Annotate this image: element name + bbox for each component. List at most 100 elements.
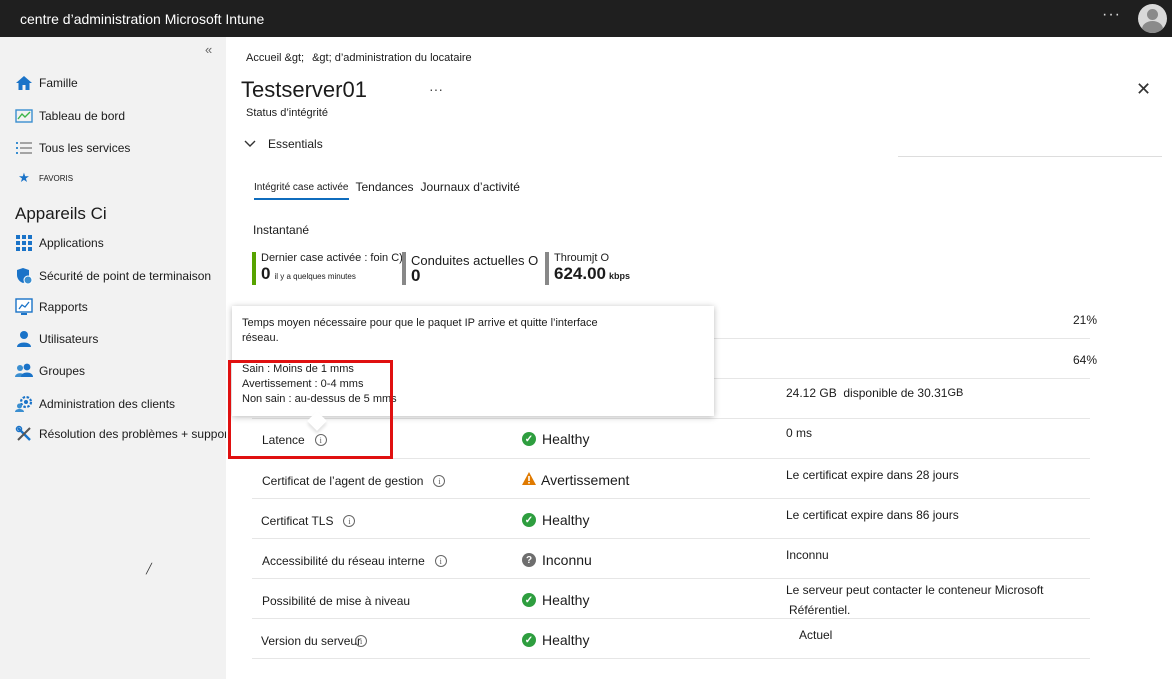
table-row: Version du serveur i ✓ Healthy Actuel	[252, 619, 1090, 659]
breadcrumb-item[interactable]: Accueil &gt;	[246, 52, 304, 64]
essentials-toggle[interactable]: Essentials	[244, 137, 323, 151]
tab-integrite[interactable]: Intégrité case activée	[254, 180, 349, 200]
status: ✓ Healthy	[522, 632, 589, 648]
wrench-icon	[15, 425, 33, 443]
metric-connections: Conduites actuelles O 0	[402, 252, 538, 285]
info-icon[interactable]: i	[343, 515, 356, 527]
status-label: Avertissement	[541, 472, 630, 488]
group-icon	[15, 362, 33, 380]
metric-value: 0	[261, 264, 271, 283]
info-icon[interactable]: i	[355, 635, 368, 647]
tooltip-level: Sain : Moins de 1 mms	[242, 363, 354, 375]
sidebar-item-label: Administration des clients	[39, 397, 176, 411]
row-value: 64%	[1073, 353, 1098, 367]
sidebar-item-label: Groupes	[39, 364, 86, 378]
table-row: Certificat TLS i ✓ Healthy Le certificat…	[252, 499, 1090, 539]
status-label: Healthy	[542, 632, 590, 648]
page-subtitle: Status d’intégrité	[246, 107, 328, 119]
row-name: Possibilité de mise à niveau	[262, 594, 410, 608]
sidebar-item-favoris[interactable]: ★ FAVORIS	[15, 169, 73, 187]
metric-value: 624.00	[554, 264, 606, 283]
apps-grid-icon	[15, 234, 33, 252]
disk-available: disponible de 30.31	[843, 386, 948, 400]
breadcrumb-item[interactable]: &gt; d’administration du locataire	[312, 52, 472, 64]
sidebar-item-label: Tableau de bord	[39, 109, 126, 123]
shield-icon	[15, 267, 33, 285]
row-detail: 0 ms	[786, 426, 813, 440]
sidebar-item-label: Rapports	[39, 300, 88, 314]
reports-icon	[15, 298, 33, 316]
sidebar: « Famille Tableau de bord Tous les servi…	[0, 37, 231, 679]
avatar[interactable]	[1138, 4, 1167, 33]
breadcrumb: Accueil &gt; &gt; d’administration du loc…	[246, 52, 480, 64]
question-icon: ?	[522, 553, 536, 567]
tooltip-levels: Sain : Moins de 1 mms Avertissement : 0-…	[242, 362, 704, 407]
list-icon	[15, 139, 33, 157]
sidebar-item-tous-les-services[interactable]: Tous les services	[15, 139, 130, 157]
cursor-mark: ╱	[146, 564, 153, 575]
chevron-down-icon	[244, 137, 256, 151]
dashboard-icon	[15, 107, 33, 125]
page-title: Testserver01	[241, 77, 367, 102]
more-options-button[interactable]: ···	[1102, 6, 1121, 24]
row-name: Accessibilité du réseau interne i	[262, 554, 447, 568]
row-value: 21%	[1073, 313, 1098, 327]
row-detail-line: Le serveur peut contacter le conteneur M…	[786, 583, 1044, 597]
sidebar-section-title: Appareils Ci	[15, 204, 107, 223]
sidebar-item-applications[interactable]: Applications	[15, 234, 104, 252]
warning-icon	[522, 472, 536, 488]
sidebar-item-label: Utilisateurs	[39, 332, 99, 346]
info-icon[interactable]: i	[434, 555, 447, 567]
sidebar-item-famille[interactable]: Famille	[15, 74, 78, 92]
row-detail: Le certificat expire dans 28 jours	[786, 468, 959, 482]
row-name-label: Accessibilité du réseau interne	[262, 554, 425, 568]
sidebar-item-resolution[interactable]: Résolution des problèmes + support	[15, 425, 231, 443]
status: ✓ Healthy	[522, 592, 589, 608]
row-name: Certificat de l’agent de gestion i	[262, 474, 446, 488]
top-bar: centre d’administration Microsoft Intune…	[0, 0, 1172, 37]
info-icon[interactable]: i	[314, 434, 327, 446]
metric-sub: il y a quelques minutes	[274, 272, 356, 281]
row-name-label: Possibilité de mise à niveau	[262, 594, 411, 608]
row-name-label: Certificat de l’agent de gestion	[262, 474, 424, 488]
sidebar-item-label: Résolution des problèmes + support	[39, 427, 232, 441]
close-button[interactable]: ✕	[1136, 79, 1151, 100]
row-detail: 24.12 GB disponible de 30.31GB	[786, 383, 963, 403]
sidebar-item-administration-clients[interactable]: Administration des clients	[15, 395, 175, 413]
status: Avertissement	[522, 472, 629, 488]
tab-bar: Intégrité case activée Tendances Journau…	[254, 180, 527, 200]
metric-throughput: Throumjt O 624.00 kbps	[545, 252, 630, 285]
sidebar-item-securite[interactable]: Sécurité de point de terminaison	[15, 267, 211, 285]
table-row: Possibilité de mise à niveau ✓ Healthy L…	[252, 579, 1090, 619]
disk-used: 24.12 GB	[786, 386, 837, 400]
sidebar-item-rapports[interactable]: Rapports	[15, 298, 88, 316]
row-detail: Le serveur peut contacter le conteneur M…	[786, 580, 1043, 620]
table-row: Certificat de l’agent de gestion i Avert…	[252, 459, 1090, 499]
check-icon: ✓	[522, 593, 536, 607]
home-icon	[15, 74, 33, 92]
latency-tooltip: Temps moyen nécessaire pour que le paque…	[232, 306, 714, 431]
row-name: Latence i	[262, 433, 327, 447]
gear-user-icon	[15, 395, 33, 413]
status-label: Healthy	[542, 431, 590, 447]
disk-unit: GB	[947, 387, 964, 399]
row-name-label: Latence	[262, 433, 305, 447]
sidebar-item-tableau-de-bord[interactable]: Tableau de bord	[15, 107, 125, 125]
title-more-button[interactable]: ···	[429, 81, 443, 97]
status-label: Inconnu	[542, 552, 592, 568]
check-icon: ✓	[522, 432, 536, 446]
sidebar-item-utilisateurs[interactable]: Utilisateurs	[15, 330, 98, 348]
sidebar-item-groupes[interactable]: Groupes	[15, 362, 85, 380]
row-name: Version du serveur i	[261, 634, 368, 648]
snapshot-label: Instantané	[253, 223, 310, 237]
metric-label: Conduites actuelles O	[411, 253, 539, 268]
row-detail: Le certificat expire dans 86 jours	[786, 508, 959, 522]
tab-journaux[interactable]: Journaux d’activité	[421, 180, 520, 200]
metric-unit: kbps	[609, 271, 631, 281]
app-title[interactable]: centre d’administration Microsoft Intune	[20, 11, 264, 27]
sidebar-item-label: Tous les services	[39, 141, 131, 155]
tooltip-level: Non sain : au-dessus de 5 mms	[242, 393, 397, 405]
tab-tendances[interactable]: Tendances	[356, 180, 414, 200]
info-icon[interactable]: i	[433, 475, 446, 487]
collapse-sidebar-button[interactable]: «	[205, 42, 212, 57]
